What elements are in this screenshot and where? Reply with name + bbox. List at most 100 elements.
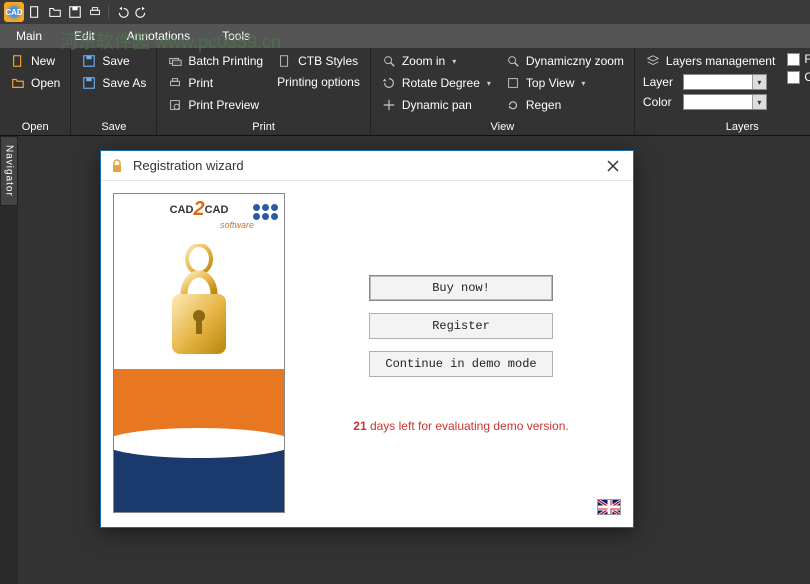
batch-printing-button[interactable]: Batch Printing <box>165 52 265 70</box>
print-preview-button[interactable]: Print Preview <box>165 96 265 114</box>
chevron-down-icon: ▾ <box>752 75 766 89</box>
qa-save-icon[interactable] <box>66 3 84 21</box>
zoom-in-icon <box>381 53 397 69</box>
layer-combo-value <box>684 75 752 89</box>
qa-divider <box>108 5 109 19</box>
menu-tools[interactable]: Tools <box>206 24 266 48</box>
print-button[interactable]: Print <box>165 74 265 92</box>
checkbox-icon <box>787 53 800 66</box>
layer-label: Layer <box>643 75 679 89</box>
promo-dots-icon <box>253 204 278 220</box>
batch-printing-label: Batch Printing <box>188 54 263 68</box>
save-button[interactable]: Save <box>79 52 148 70</box>
freeze-label: Freeze <box>804 52 810 66</box>
top-view-icon <box>505 75 521 91</box>
onoff-label: On/Off <box>804 70 810 84</box>
ctb-styles-label: CTB Styles <box>298 54 358 68</box>
dialog-titlebar: Registration wizard <box>101 151 633 181</box>
color-combo[interactable]: ▾ <box>683 94 767 110</box>
ribbon-group-print: Batch Printing Print Print Preview CTB S… <box>157 48 370 135</box>
eval-suffix: days left for evaluating demo version. <box>367 419 569 433</box>
close-button[interactable] <box>601 154 625 178</box>
print-preview-label: Print Preview <box>188 98 259 112</box>
ribbon: New Open Open Save Save As <box>0 48 810 136</box>
group-label-open: Open <box>8 119 62 133</box>
rotate-degree-button[interactable]: Rotate Degree ▾ <box>379 74 493 92</box>
open-label: Open <box>31 76 60 90</box>
print-label: Print <box>188 76 213 90</box>
layer-combo-row: Layer ▾ <box>643 74 777 90</box>
batch-printing-icon <box>167 53 183 69</box>
new-button[interactable]: New <box>8 52 62 70</box>
quick-access-toolbar: CAD <box>0 0 810 24</box>
dynamiczny-zoom-label: Dynamiczny zoom <box>526 54 624 68</box>
chevron-down-icon: ▾ <box>752 95 766 109</box>
continue-demo-button[interactable]: Continue in demo mode <box>369 351 553 377</box>
top-view-button[interactable]: Top View ▾ <box>503 74 626 92</box>
dynamic-pan-label: Dynamic pan <box>402 98 472 112</box>
qa-print-icon[interactable] <box>86 3 104 21</box>
zoom-in-button[interactable]: Zoom in ▾ <box>379 52 493 70</box>
buy-now-button[interactable]: Buy now! <box>369 275 553 301</box>
navigator-panel-tab[interactable]: Navigator <box>0 136 18 206</box>
save-as-label: Save As <box>102 76 146 90</box>
group-label-save: Save <box>79 119 148 133</box>
menu-spacer <box>266 24 810 48</box>
layers-management-button[interactable]: Layers management <box>643 52 777 70</box>
register-button[interactable]: Register <box>369 313 553 339</box>
chevron-down-icon: ▾ <box>581 79 585 88</box>
group-label-layers: Layers <box>643 119 810 133</box>
onoff-checkbox[interactable]: On/Off <box>787 70 810 84</box>
save-label: Save <box>102 54 129 68</box>
dynamic-zoom-icon <box>505 53 521 69</box>
printing-options-button[interactable]: Printing options <box>275 74 362 90</box>
uk-flag-icon <box>598 500 621 515</box>
qa-redo-icon[interactable] <box>133 3 151 21</box>
print-preview-icon <box>167 97 183 113</box>
freeze-checkbox[interactable]: Freeze <box>787 52 810 66</box>
rotate-icon <box>381 75 397 91</box>
save-as-button[interactable]: Save As <box>79 74 148 92</box>
pan-icon <box>381 97 397 113</box>
checkbox-icon <box>787 71 800 84</box>
color-label: Color <box>643 95 679 109</box>
qa-open-icon[interactable] <box>46 3 64 21</box>
group-label-view: View <box>379 119 626 133</box>
menu-annotations[interactable]: Annotations <box>111 24 206 48</box>
close-icon <box>607 160 619 172</box>
promo-curve <box>113 428 285 458</box>
layer-combo[interactable]: ▾ <box>683 74 767 90</box>
regen-icon <box>505 97 521 113</box>
color-combo-row: Color ▾ <box>643 94 777 110</box>
layers-management-label: Layers management <box>666 54 775 68</box>
dialog-title-text: Registration wizard <box>133 158 601 173</box>
qa-new-icon[interactable] <box>26 3 44 21</box>
new-file-icon <box>10 53 26 69</box>
promo-brand-2: CAD <box>205 204 229 216</box>
save-as-icon <box>81 75 97 91</box>
days-left-value: 21 <box>353 419 366 433</box>
promo-sub: software <box>220 220 254 230</box>
dynamic-pan-button[interactable]: Dynamic pan <box>379 96 493 114</box>
registration-dialog: Registration wizard CAD2CAD software <box>100 150 634 528</box>
printing-options-label: Printing options <box>277 75 360 89</box>
top-view-label: Top View <box>526 76 574 90</box>
layers-icon <box>645 53 661 69</box>
dynamiczny-zoom-button[interactable]: Dynamiczny zoom <box>503 52 626 70</box>
ribbon-group-open: New Open Open <box>0 48 71 135</box>
lock-icon <box>109 158 125 174</box>
ctb-styles-button[interactable]: CTB Styles <box>275 52 362 70</box>
menubar: Main Edit Annotations Tools <box>0 24 810 48</box>
open-folder-icon <box>10 75 26 91</box>
ribbon-group-view: Zoom in ▾ Rotate Degree ▾ Dynamic pan Dy… <box>371 48 635 135</box>
language-flag-button[interactable] <box>597 499 621 515</box>
regen-button[interactable]: Regen <box>503 96 626 114</box>
group-label-print: Print <box>165 119 361 133</box>
dialog-body: CAD2CAD software Buy now! Register <box>101 181 633 527</box>
menu-main[interactable]: Main <box>0 24 58 48</box>
qa-undo-icon[interactable] <box>113 3 131 21</box>
open-button[interactable]: Open <box>8 74 62 92</box>
menu-edit[interactable]: Edit <box>58 24 111 48</box>
promo-two: 2 <box>193 198 204 220</box>
ctb-styles-icon <box>277 53 293 69</box>
